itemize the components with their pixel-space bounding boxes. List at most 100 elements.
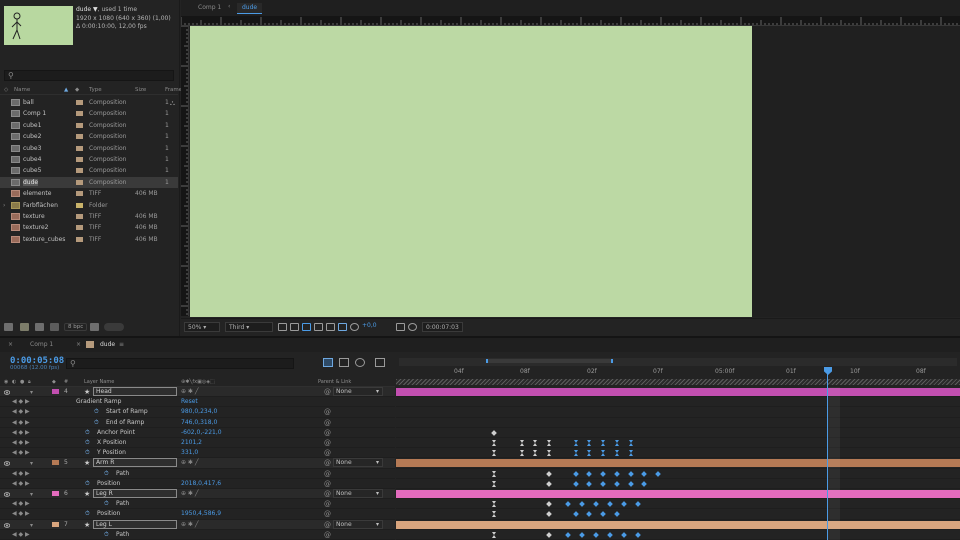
keyframe[interactable] xyxy=(621,531,627,538)
keyframe-hold[interactable] xyxy=(629,440,634,446)
playhead-line[interactable] xyxy=(827,372,828,540)
expand-arrow-icon[interactable]: ▾ xyxy=(30,491,33,498)
expand-arrow-icon[interactable]: ▾ xyxy=(30,522,33,529)
keyframe[interactable] xyxy=(628,480,634,487)
property-row[interactable]: ◀ ◆ ▶ Gradient Ramp Reset xyxy=(0,397,395,408)
stopwatch-icon[interactable]: ⏱ xyxy=(104,470,109,478)
keyframe-navigator[interactable]: ◀ ◆ ▶ xyxy=(12,449,30,456)
timeline-search-input[interactable]: ⚲ xyxy=(66,358,294,369)
layer-switches[interactable]: ⊕ ✱ ╱ xyxy=(181,459,198,466)
resolution-dropdown[interactable]: Third ▾ xyxy=(225,322,273,332)
col-type[interactable]: Type xyxy=(89,87,102,93)
keyframe[interactable] xyxy=(565,501,571,508)
property-row[interactable]: ◀ ◆ ▶ ⏱ Path @ xyxy=(0,469,395,479)
current-time-display[interactable]: 0:00:07:03 xyxy=(422,322,463,332)
label-chip[interactable] xyxy=(76,191,83,197)
project-item[interactable]: cube1 Composition 1 xyxy=(0,120,178,131)
eye-icon[interactable] xyxy=(3,522,11,528)
layer-row[interactable]: ▾ 7 ★ Leg L ⊕ ✱ ╱ @ None ▾ xyxy=(0,519,395,530)
property-row[interactable]: ◀ ◆ ▶ ⏱ X Position 2101,2 @ xyxy=(0,438,395,449)
label-chip[interactable] xyxy=(76,214,83,219)
draft-3d-icon[interactable] xyxy=(323,358,333,367)
keyframe[interactable] xyxy=(491,429,497,436)
work-area-bar[interactable] xyxy=(396,379,960,385)
label-chip[interactable] xyxy=(76,111,83,117)
keyframe-hold[interactable] xyxy=(547,450,552,457)
stopwatch-icon[interactable]: ⏱ xyxy=(85,480,90,488)
property-row[interactable]: ◀ ◆ ▶ ⏱ Path @ xyxy=(0,499,395,510)
transparency-grid-icon[interactable] xyxy=(290,323,299,331)
keyframe[interactable] xyxy=(546,470,552,477)
keyframe[interactable] xyxy=(600,470,606,477)
keyframe[interactable] xyxy=(573,511,579,518)
pick-whip-icon[interactable]: @ xyxy=(324,419,331,427)
project-item[interactable]: cube3 Composition 1 xyxy=(0,143,178,154)
property-row[interactable]: ◀ ◆ ▶ ⏱ End of Ramp 746,0,318,0 @ xyxy=(0,418,395,428)
snapshot-icon[interactable] xyxy=(396,323,405,331)
layer-duration-bar[interactable] xyxy=(396,388,960,396)
keyframe[interactable] xyxy=(635,501,641,508)
keyframe-navigator[interactable]: ◀ ◆ ▶ xyxy=(12,510,30,517)
delete-icon[interactable] xyxy=(90,323,99,331)
keyframe[interactable] xyxy=(546,511,552,518)
keyframe[interactable] xyxy=(565,531,571,538)
col-frame[interactable]: Frame xyxy=(165,87,182,93)
expand-arrow-icon[interactable]: ▾ xyxy=(30,460,33,467)
pick-whip-icon[interactable]: @ xyxy=(324,449,331,457)
parent-dropdown[interactable]: None ▾ xyxy=(333,489,383,498)
item-name[interactable]: dude ▼ xyxy=(76,6,98,13)
project-search-input[interactable]: ⚲ xyxy=(4,70,174,81)
color-management-icon[interactable] xyxy=(338,323,347,331)
label-chip[interactable] xyxy=(76,100,83,105)
label-chip[interactable] xyxy=(52,460,59,466)
keyframe-navigator[interactable]: ◀ ◆ ▶ xyxy=(12,470,30,477)
pick-whip-icon[interactable]: @ xyxy=(324,459,331,467)
keyframe[interactable] xyxy=(607,501,613,508)
project-item[interactable]: Comp 1 Composition 1 xyxy=(0,108,178,119)
property-value[interactable]: 2018,0,417,6 xyxy=(181,480,221,487)
keyframe[interactable] xyxy=(586,511,592,518)
tab-comp1[interactable]: Comp 1 xyxy=(193,3,226,14)
keyframe[interactable] xyxy=(607,531,613,538)
property-value[interactable]: 331,0 xyxy=(181,449,198,456)
keyframe[interactable] xyxy=(546,480,552,487)
tab-comp1[interactable]: Comp 1 xyxy=(30,341,53,348)
keyframe-hold[interactable] xyxy=(492,511,497,518)
keyframe[interactable] xyxy=(635,531,641,538)
keyframe[interactable] xyxy=(573,480,579,487)
new-composition-icon[interactable] xyxy=(35,323,44,331)
keyframe-navigator[interactable]: ◀ ◆ ▶ xyxy=(12,439,30,446)
label-chip[interactable] xyxy=(76,134,83,140)
pick-whip-icon[interactable]: @ xyxy=(324,500,331,508)
label-chip[interactable] xyxy=(76,145,83,151)
keyframe[interactable] xyxy=(641,470,647,477)
keyframe-navigator[interactable]: ◀ ◆ ▶ xyxy=(12,398,30,405)
keyframe[interactable] xyxy=(573,470,579,477)
shy-layers-icon[interactable] xyxy=(339,358,349,367)
label-chip[interactable] xyxy=(76,236,83,242)
project-item[interactable]: elemente TIFF 406 MB xyxy=(0,188,178,199)
reset-exposure-icon[interactable] xyxy=(350,323,359,331)
zoom-dropdown[interactable]: 50% ▾ xyxy=(184,322,220,332)
pick-whip-icon[interactable]: @ xyxy=(324,531,331,539)
keyframe-hold[interactable] xyxy=(615,440,620,446)
keyframe-hold[interactable] xyxy=(587,450,592,457)
keyframe-hold[interactable] xyxy=(492,531,497,538)
keyframe-hold[interactable] xyxy=(520,450,525,457)
stopwatch-icon[interactable]: ⏱ xyxy=(104,531,109,539)
motion-blur-icon[interactable] xyxy=(355,358,365,367)
tab-dude[interactable]: dude xyxy=(100,341,115,348)
property-row[interactable]: ◀ ◆ ▶ ⏱ Position 1950,4,586,9 @ xyxy=(0,509,395,520)
tab-dude[interactable]: dude xyxy=(237,3,263,14)
project-item[interactable]: texture2 TIFF 406 MB xyxy=(0,222,178,233)
property-row[interactable]: ◀ ◆ ▶ ⏱ Y Position 331,0 @ xyxy=(0,448,395,459)
property-value[interactable]: 980,0,234,0 xyxy=(181,408,217,415)
keyframe[interactable] xyxy=(579,531,585,538)
property-value[interactable]: 2101,2 xyxy=(181,439,202,446)
layer-duration-bar[interactable] xyxy=(396,520,960,529)
label-chip[interactable] xyxy=(76,168,83,174)
keyframe[interactable] xyxy=(614,480,620,487)
layer-row[interactable]: ▾ 6 ★ Leg R ⊕ ✱ ╱ @ None ▾ xyxy=(0,489,395,500)
time-navigator[interactable] xyxy=(399,358,957,366)
layer-switches[interactable]: ⊕ ✱ ╱ xyxy=(181,388,198,395)
